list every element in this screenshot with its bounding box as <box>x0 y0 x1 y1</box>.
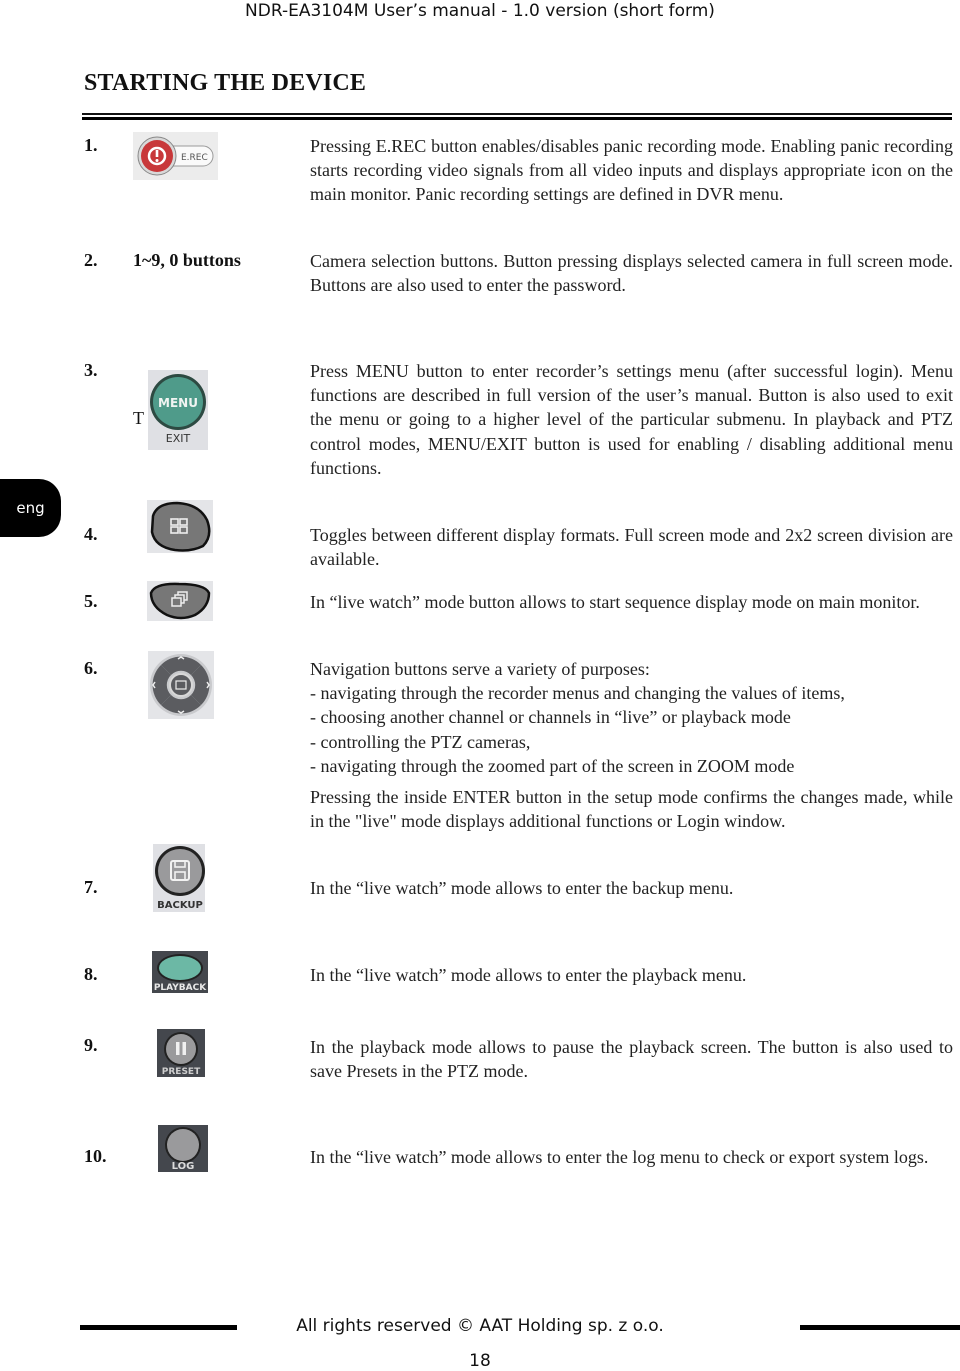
item-description: In the “live watch” mode allows to enter… <box>310 965 747 985</box>
item-intro: Navigation buttons serve a variety of pu… <box>310 659 650 679</box>
svg-text:EXIT: EXIT <box>166 432 191 445</box>
item-description: In the playback mode allows to pause the… <box>310 1037 953 1082</box>
pause-preset-button-icon: PRESET <box>157 1029 205 1077</box>
item-number: 9. <box>84 1035 98 1055</box>
item-number: 10. <box>84 1146 107 1166</box>
bullet-item: - choosing another channel or channels i… <box>310 707 791 728</box>
item-description: In the “live watch” mode allows to enter… <box>310 878 734 898</box>
item-number: 2. <box>84 250 98 270</box>
log-button-icon: LOG <box>158 1125 208 1172</box>
item-number: 1. <box>84 135 98 155</box>
svg-text:PLAYBACK: PLAYBACK <box>154 983 207 993</box>
svg-text:E.REC: E.REC <box>181 153 208 163</box>
item-number: 8. <box>84 964 98 984</box>
item-number: 5. <box>84 591 98 611</box>
display-format-button-icon <box>147 500 213 553</box>
item-label: 1~9, 0 buttons <box>133 250 241 270</box>
page-number: 18 <box>469 1351 491 1371</box>
item-number: 3. <box>84 360 98 380</box>
item-description: In “live watch” mode button allows to st… <box>310 592 920 612</box>
stray-text-fragment: T <box>133 408 144 428</box>
item-number: 4. <box>84 524 98 544</box>
title-divider <box>82 113 952 120</box>
svg-text:BACKUP: BACKUP <box>157 900 203 911</box>
footer-rule-right <box>800 1325 960 1330</box>
item-number: 7. <box>84 877 98 897</box>
item-description: Pressing E.REC button enables/disables p… <box>310 136 953 205</box>
item-description: Pressing the inside ENTER button in the … <box>310 787 953 832</box>
bullet-item: - navigating through the zoomed part of … <box>310 755 795 776</box>
sequence-button-icon <box>147 581 213 621</box>
svg-text:LOG: LOG <box>172 1161 195 1172</box>
running-header: NDR-EA3104M User’s manual - 1.0 version … <box>245 1 715 21</box>
backup-button-icon: BACKUP <box>153 844 205 912</box>
item-description-block: Navigation buttons serve a variety of pu… <box>310 657 953 833</box>
svg-text:MENU: MENU <box>158 396 198 410</box>
menu-exit-button-icon: MENU EXIT <box>148 370 208 450</box>
language-tab: eng <box>0 479 61 537</box>
navigation-pad-icon <box>148 651 214 719</box>
erec-button-icon: E.REC <box>133 132 218 180</box>
playback-button-icon: PLAYBACK <box>152 951 208 993</box>
bullet-item: - controlling the PTZ cameras, <box>310 731 531 752</box>
item-description: Camera selection buttons. Button pressin… <box>310 251 953 296</box>
section-title: STARTING THE DEVICE <box>84 70 367 96</box>
item-description: In the “live watch” mode allows to enter… <box>310 1147 929 1167</box>
item-description: Press MENU button to enter recorder’s se… <box>310 361 953 478</box>
svg-text:PRESET: PRESET <box>162 1067 201 1077</box>
item-number: 6. <box>84 658 98 678</box>
item-description: Toggles between different display format… <box>310 525 953 570</box>
bullet-item: - navigating through the recorder menus … <box>310 683 845 704</box>
